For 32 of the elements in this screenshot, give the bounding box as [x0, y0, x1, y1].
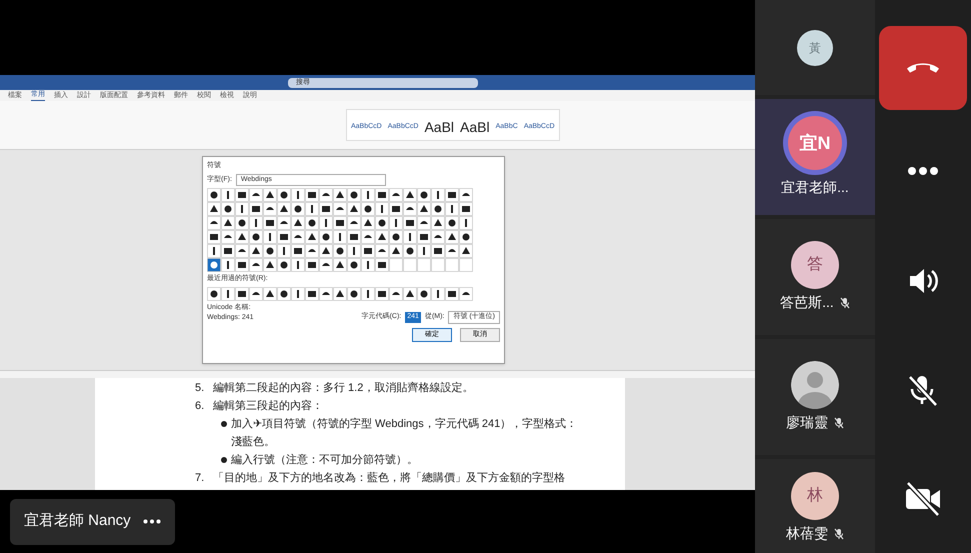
more-icon[interactable]	[142, 519, 161, 524]
style-preview[interactable]: AaBl	[424, 114, 454, 140]
presenter-name: 宜君老師 Nancy	[24, 511, 131, 532]
avatar: 林	[791, 472, 839, 520]
bullet-icon	[221, 457, 227, 463]
avatar: 宜N	[788, 116, 842, 170]
symbol-grid-drawing[interactable]	[207, 286, 473, 300]
document-text: 「目的地」及下方的地名改為：藍色，將「總購價」及下方金額的字型格	[213, 470, 565, 486]
participant-tile[interactable]: 廖瑞靈	[755, 339, 875, 455]
avatar: 答	[791, 241, 839, 289]
list-number: 5.	[195, 380, 206, 396]
document-text: 編輯第二段起的內容：多行 1.2，取消貼齊格線設定。	[213, 380, 474, 396]
more-icon	[907, 166, 939, 176]
bullet-icon	[221, 421, 227, 427]
style-preview[interactable]: AaBl	[460, 114, 490, 140]
document-text: 編輯第三段起的內容：	[213, 398, 323, 414]
participant-name: 林蓓雯	[786, 524, 828, 543]
participant-tile[interactable]: 宜N 宜君老師...	[755, 99, 875, 215]
participant-name: 宜君老師...	[781, 178, 849, 197]
list-number: 6.	[195, 398, 206, 414]
document-text: 淺藍色。	[231, 434, 275, 450]
avatar-silhouette-icon	[791, 361, 839, 409]
participant-name: 廖瑞靈	[786, 413, 828, 432]
symbol-grid-drawing[interactable]	[207, 188, 473, 272]
document-text: 加入✈項目符號（符號的字型 Webdings，字元代碼 241），字型格式：	[231, 416, 578, 432]
avatar: 黃	[797, 30, 833, 66]
participant-name: 答芭斯...	[780, 293, 834, 312]
participant-tile[interactable]: 林 林蓓雯	[755, 459, 875, 553]
participant-tile[interactable]: 答 答芭斯...	[755, 219, 875, 335]
list-number: 7.	[195, 470, 206, 486]
camera-off-icon	[904, 481, 942, 518]
document-text: 編入行號（注意：不可加分節符號）。	[231, 452, 418, 468]
